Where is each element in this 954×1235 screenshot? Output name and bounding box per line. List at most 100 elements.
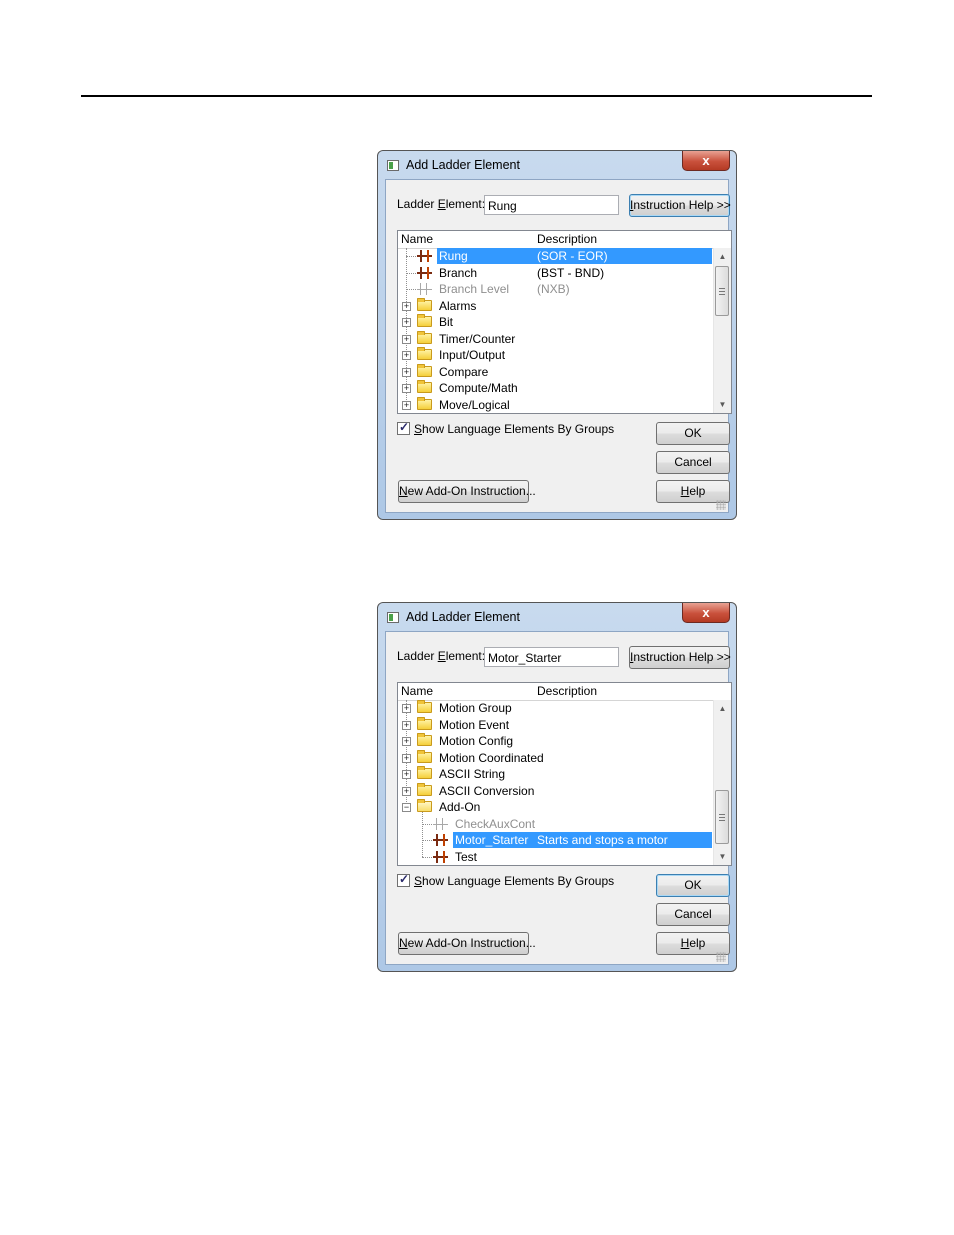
window-app-icon (387, 612, 399, 623)
list-item-motor-starter[interactable]: Motor_Starter Starts and stops a motor (398, 832, 714, 848)
expand-icon[interactable]: + (402, 301, 411, 311)
item-name: ASCII String (439, 767, 506, 781)
list-item-motion-config[interactable]: + Motion Config (398, 733, 714, 749)
collapse-icon[interactable]: − (402, 803, 411, 812)
list-item-ascii-string[interactable]: + ASCII String (398, 766, 714, 782)
vertical-scrollbar[interactable]: ▲ ▼ (713, 248, 731, 413)
list-item-branch-level[interactable]: Branch Level (NXB) (398, 281, 714, 297)
expand-icon[interactable]: + (402, 367, 411, 377)
list-item-timer-counter[interactable]: + Timer/Counter (398, 330, 714, 347)
list-item-motion-group[interactable]: + Motion Group (398, 700, 714, 716)
close-button[interactable]: x (682, 151, 730, 171)
expand-icon[interactable]: + (402, 704, 411, 713)
list-item-ascii-conversion[interactable]: + ASCII Conversion (398, 782, 714, 799)
expand-icon[interactable]: + (402, 334, 411, 344)
list-header: Name Description (398, 231, 731, 249)
column-header-description[interactable]: Description (537, 684, 597, 698)
show-groups-checkbox[interactable] (397, 420, 410, 435)
list-item-motion-coordinated[interactable]: + Motion Coordinated (398, 749, 714, 766)
expand-icon[interactable]: + (402, 770, 411, 779)
list-item-input-output[interactable]: + Input/Output (398, 347, 714, 363)
ok-button[interactable]: OK (656, 874, 730, 897)
branch-icon (417, 266, 432, 279)
label-mnemonic: E (437, 197, 446, 211)
button-label: ew Add-On Instruction... (407, 484, 536, 498)
folder-icon (417, 700, 432, 713)
label-text: lement: (445, 197, 486, 211)
title-bar[interactable]: Add Ladder Element x (378, 151, 736, 179)
expand-icon[interactable]: + (402, 786, 411, 796)
scroll-down-arrow-icon[interactable]: ▼ (714, 848, 731, 865)
expand-icon[interactable]: + (402, 753, 411, 763)
cancel-button[interactable]: Cancel (656, 903, 730, 926)
column-header-name[interactable]: Name (401, 684, 433, 698)
list-item-move-logical[interactable]: + Move/Logical (398, 396, 714, 413)
expand-icon[interactable]: + (402, 737, 411, 746)
resize-grip[interactable] (716, 952, 726, 962)
close-button[interactable]: x (682, 603, 730, 623)
expand-icon[interactable]: + (402, 318, 411, 327)
list-item-test[interactable]: Test (398, 849, 714, 865)
scroll-thumb[interactable] (715, 790, 729, 844)
ok-button[interactable]: OK (656, 422, 730, 445)
item-name: Motion Config (439, 734, 514, 748)
item-name: Input/Output (439, 348, 506, 362)
expand-icon[interactable]: + (402, 384, 411, 393)
ladder-element-input[interactable]: Motor_Starter (484, 647, 619, 667)
expand-icon[interactable]: + (402, 720, 411, 730)
ladder-element-tree-list[interactable]: Name Description + Motion Group + Motion… (397, 682, 732, 866)
list-item-branch[interactable]: Branch (BST - BND) (398, 265, 714, 281)
scroll-up-arrow-icon[interactable]: ▲ (714, 248, 731, 265)
button-label: nstruction Help >> (633, 650, 731, 664)
item-description: (NXB) (537, 282, 570, 296)
dialog-title: Add Ladder Element (406, 158, 520, 172)
instruction-help-button[interactable]: Instruction Help >> (629, 194, 731, 217)
column-header-description[interactable]: Description (537, 232, 597, 246)
folder-icon (417, 749, 432, 763)
expand-icon[interactable]: + (402, 400, 411, 410)
folder-icon (417, 297, 432, 311)
button-label: elp (689, 936, 706, 950)
folder-icon (417, 330, 432, 344)
scroll-up-arrow-icon[interactable]: ▲ (714, 700, 731, 717)
resize-grip[interactable] (716, 500, 726, 510)
cancel-button[interactable]: Cancel (656, 451, 730, 474)
grip-line (719, 288, 725, 289)
show-groups-checkbox[interactable] (397, 872, 410, 887)
grip-line (719, 291, 725, 292)
label-mnemonic: S (414, 874, 423, 888)
scroll-thumb[interactable] (715, 266, 729, 316)
show-groups-label[interactable]: Show Language Elements By Groups (414, 874, 614, 888)
expand-icon[interactable]: + (402, 351, 411, 360)
list-item-compare[interactable]: + Compare (398, 363, 714, 380)
list-item-motion-event[interactable]: + Motion Event (398, 716, 714, 733)
list-item-alarms[interactable]: + Alarms (398, 297, 714, 314)
branch-level-icon (417, 283, 432, 295)
column-header-name[interactable]: Name (401, 232, 433, 246)
instruction-help-button[interactable]: Instruction Help >> (629, 646, 731, 669)
list-item-rung[interactable]: Rung (SOR - EOR) (398, 248, 714, 264)
list-item-add-on[interactable]: − Add-On (398, 799, 714, 815)
ladder-element-input[interactable]: Rung (484, 195, 619, 215)
title-bar[interactable]: Add Ladder Element x (378, 603, 736, 631)
label-text: how Language Elements By Groups (422, 422, 615, 436)
folder-icon (417, 363, 432, 377)
new-add-on-instruction-button[interactable]: New Add-On Instruction... (398, 932, 536, 955)
item-name: Bit (439, 315, 454, 329)
list-item-compute-math[interactable]: + Compute/Math (398, 380, 714, 396)
item-name: Compare (439, 364, 489, 379)
folder-icon (417, 347, 432, 360)
list-item-checkauxcont[interactable]: CheckAuxCont (398, 816, 714, 832)
label-mnemonic: S (414, 422, 423, 436)
label-text: Ladder (397, 197, 438, 211)
show-groups-label[interactable]: Show Language Elements By Groups (414, 422, 614, 436)
item-name: Alarms (439, 298, 477, 313)
item-name: Move/Logical (439, 397, 510, 412)
scroll-down-arrow-icon[interactable]: ▼ (714, 396, 731, 413)
vertical-scrollbar[interactable]: ▲ ▼ (713, 700, 731, 865)
ladder-element-tree-list[interactable]: Name Description Rung (SOR - EOR) Branch (397, 230, 732, 414)
item-name: Motion Coordinated (439, 750, 544, 765)
list-item-bit[interactable]: + Bit (398, 314, 714, 330)
item-name: CheckAuxCont (455, 816, 536, 831)
new-add-on-instruction-button[interactable]: New Add-On Instruction... (398, 480, 536, 503)
